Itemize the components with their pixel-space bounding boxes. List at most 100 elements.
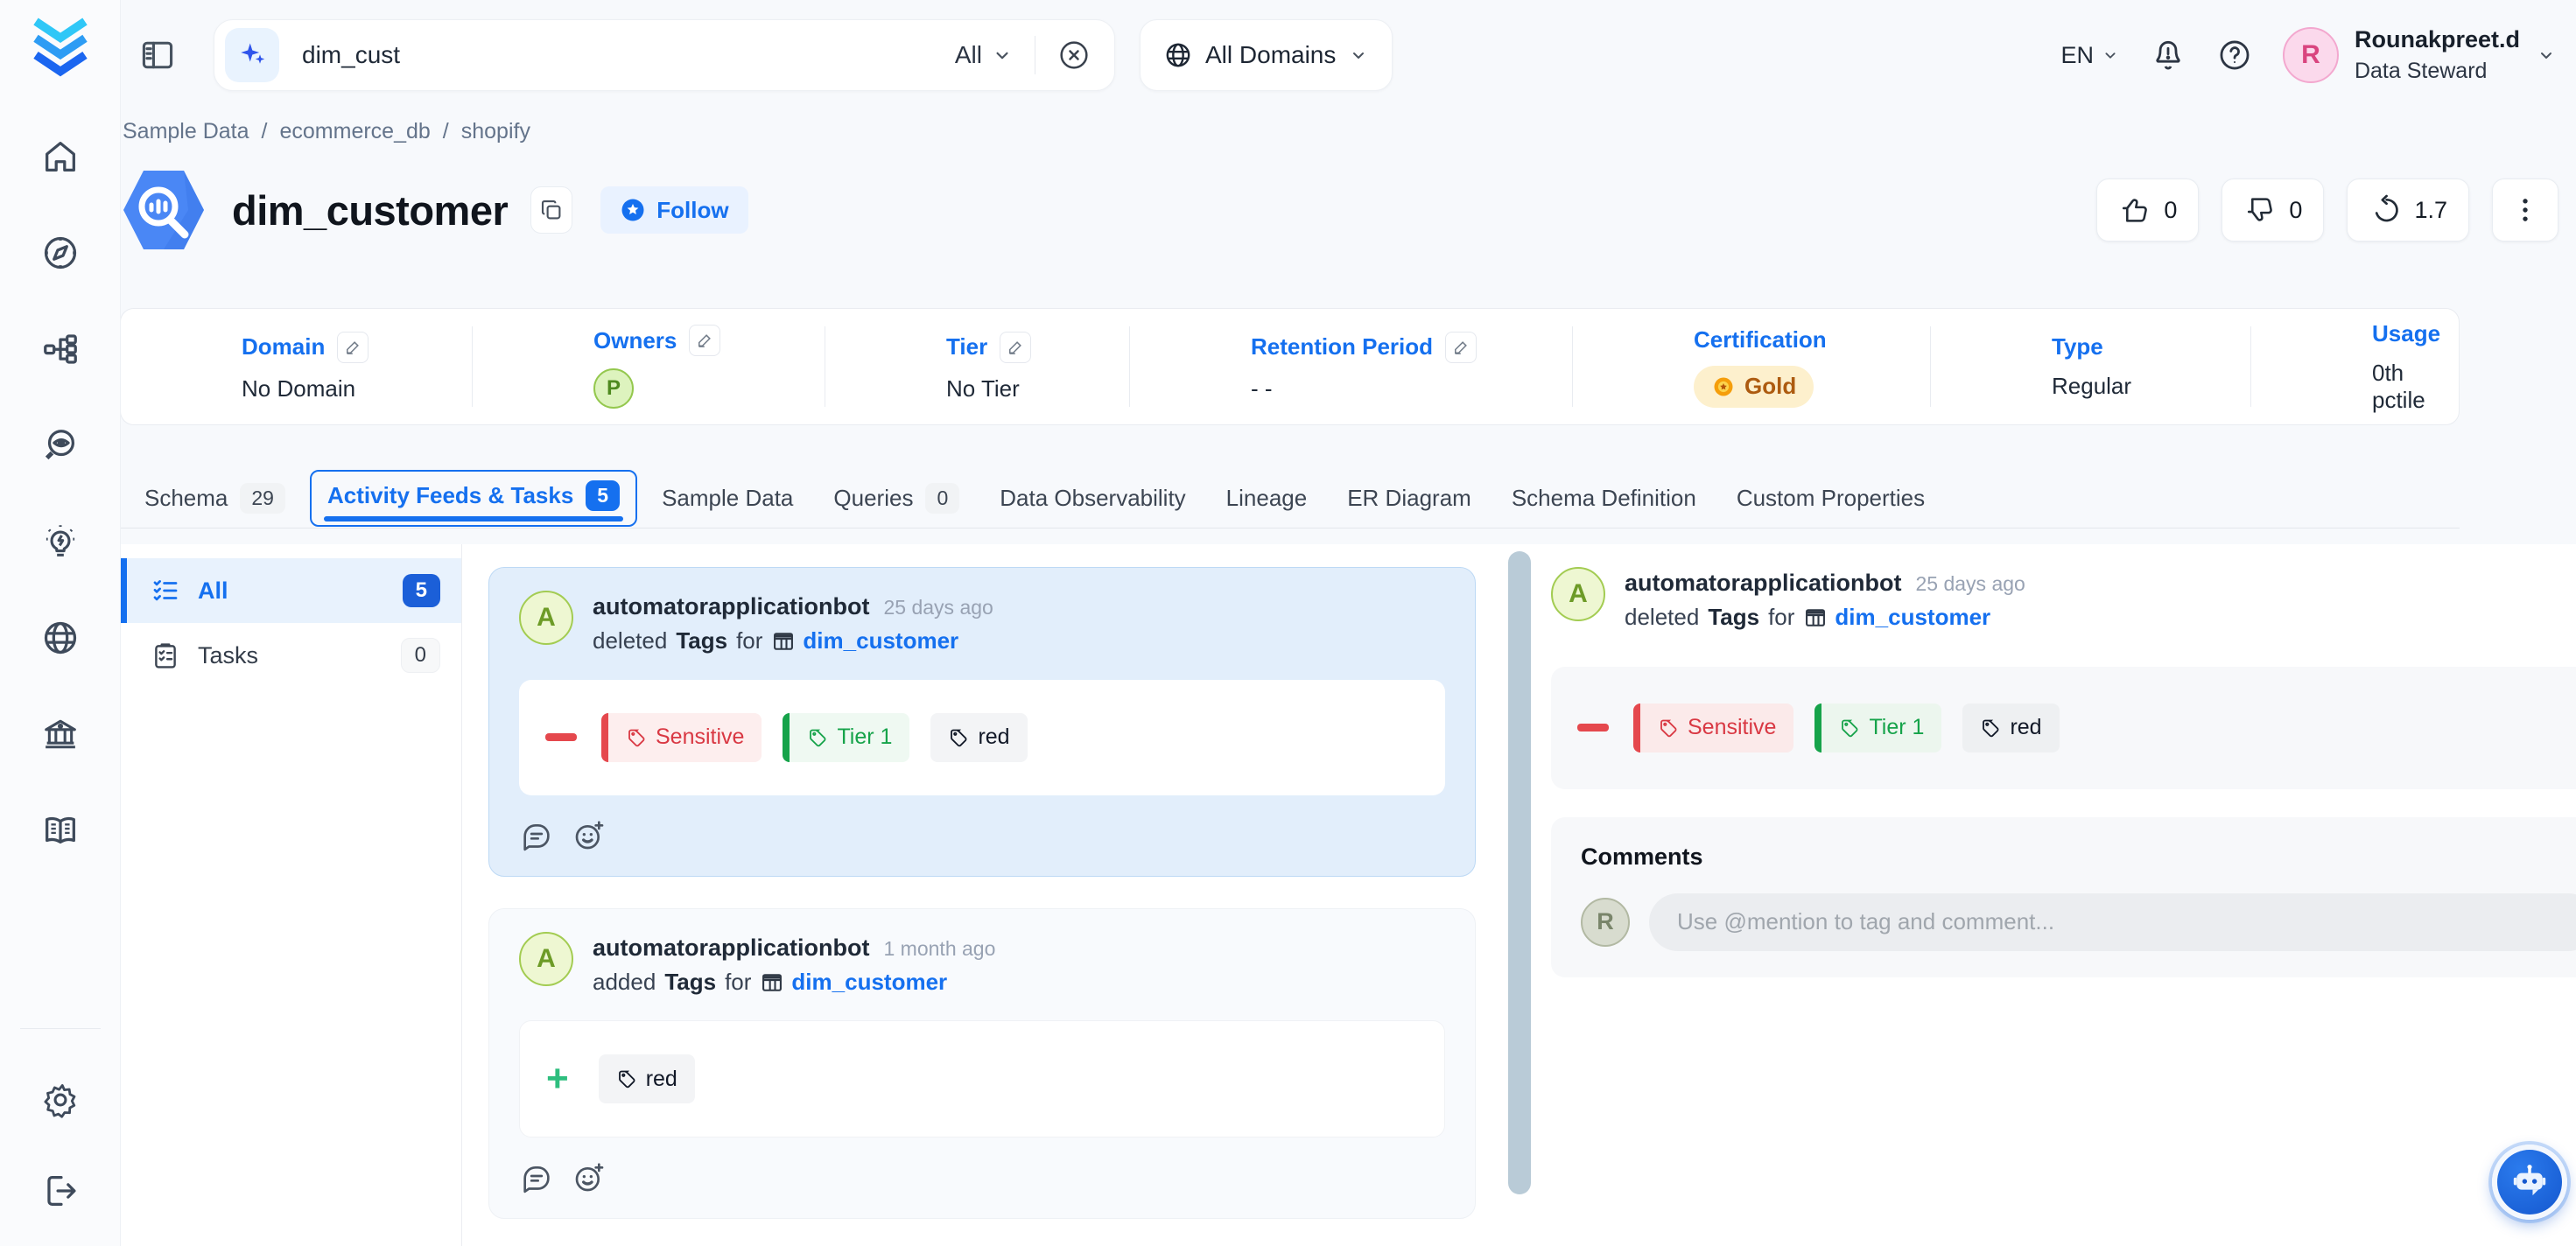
upvote-button[interactable]: 0 [2096, 178, 2199, 242]
feed-filter-tasks[interactable]: Tasks 0 [121, 623, 461, 688]
chatbot-button[interactable] [2492, 1144, 2567, 1220]
tag-sensitive: Sensitive [1633, 704, 1793, 752]
copy-name-button[interactable] [530, 186, 572, 234]
breadcrumb-schema[interactable]: shopify [461, 119, 530, 144]
feed-filter-sidebar: All 5 Tasks 0 [121, 544, 462, 1246]
edit-domain-button[interactable] [337, 332, 369, 363]
feed-filter-all[interactable]: All 5 [121, 558, 461, 623]
more-options-button[interactable] [2492, 178, 2558, 242]
version-history-icon [2369, 193, 2402, 227]
added-indicator-icon: + [546, 1063, 569, 1095]
edit-tier-button[interactable] [1000, 332, 1031, 363]
glossary-book-icon[interactable] [40, 810, 81, 850]
edit-owners-button[interactable] [689, 325, 720, 356]
tab-label: ER Diagram [1347, 485, 1471, 512]
feed-action-connector: for [1768, 602, 1794, 633]
downvote-button[interactable]: 0 [2222, 178, 2324, 242]
breadcrumb-service[interactable]: Sample Data [123, 119, 249, 144]
tag-icon [948, 727, 969, 748]
feed-entity-link[interactable]: dim_customer [1803, 602, 1990, 633]
page-title: dim_customer [232, 186, 508, 234]
help-icon[interactable] [2216, 37, 2253, 74]
insights-bulb-icon[interactable] [40, 522, 81, 562]
feed-entity-link[interactable]: dim_customer [771, 626, 958, 656]
tab-schema-definition[interactable]: Schema Definition [1512, 485, 1696, 512]
feed-card-deleted-tags[interactable]: A automatorapplicationbot25 days ago del… [488, 567, 1476, 877]
tag-tier1: Tier 1 [783, 713, 909, 762]
version-history-button[interactable]: 1.7 [2347, 178, 2469, 242]
feed-filter-label: All [198, 578, 228, 605]
app-logo[interactable] [26, 14, 95, 84]
feed-card-added-tags[interactable]: A automatorapplicationbot1 month ago add… [488, 908, 1476, 1220]
pencil-icon [344, 339, 361, 356]
feed-detail-panel: A automatorapplicationbot25 days ago del… [1551, 567, 2576, 1246]
tab-queries[interactable]: Queries 0 [833, 483, 959, 514]
tab-sample-data[interactable]: Sample Data [662, 485, 793, 512]
feed-entity-name: dim_customer [791, 967, 947, 998]
comment-input[interactable] [1649, 893, 2576, 951]
add-reaction-icon[interactable] [572, 818, 607, 853]
tag-icon [1980, 718, 2001, 738]
feed-entity-link[interactable]: dim_customer [760, 967, 947, 998]
search-scope-dropdown[interactable]: All [955, 41, 1014, 69]
tag-change-box: Sensitive Tier 1 red [519, 680, 1445, 795]
search-input[interactable]: dim_cust [302, 41, 955, 69]
owner-avatar[interactable]: P [593, 368, 634, 409]
notifications-bell-icon[interactable] [2150, 37, 2186, 74]
tab-custom-properties[interactable]: Custom Properties [1737, 485, 1925, 512]
owners-label: Owners [593, 327, 677, 354]
breadcrumb-database[interactable]: ecommerce_db [279, 119, 430, 144]
feed-user-name[interactable]: automatorapplicationbot [593, 593, 870, 620]
tab-label: Queries [833, 485, 913, 512]
sidebar-toggle-icon[interactable] [138, 36, 177, 74]
clear-search-icon[interactable] [1056, 38, 1091, 73]
domains-globe-icon[interactable] [40, 618, 81, 658]
governance-bank-icon[interactable] [40, 714, 81, 754]
follow-button[interactable]: Follow [600, 186, 748, 234]
user-avatar-initial: R [2301, 40, 2320, 70]
upvote-count: 0 [2164, 197, 2177, 224]
copy-icon [538, 197, 565, 223]
tab-schema[interactable]: Schema 29 [144, 483, 285, 514]
usage-label: Usage [2372, 320, 2440, 347]
domains-filter-label: All Domains [1205, 41, 1336, 69]
reply-comment-icon[interactable] [519, 1160, 554, 1195]
explore-compass-icon[interactable] [40, 233, 81, 273]
tab-data-observability[interactable]: Data Observability [1000, 485, 1185, 512]
settings-gear-icon[interactable] [40, 1080, 81, 1120]
tag-label: red [2010, 715, 2041, 740]
edit-retention-button[interactable] [1445, 332, 1477, 363]
add-reaction-icon[interactable] [572, 1160, 607, 1195]
tab-er-diagram[interactable]: ER Diagram [1347, 485, 1471, 512]
detail-tag-change-box: Sensitive Tier 1 red [1551, 667, 2576, 789]
home-icon[interactable] [40, 136, 81, 177]
tab-lineage[interactable]: Lineage [1226, 485, 1308, 512]
bot-avatar: A [1551, 567, 1605, 621]
avatar-initial: A [537, 944, 556, 974]
language-selector[interactable]: EN [2060, 42, 2120, 69]
domain-label: Domain [242, 333, 325, 360]
global-search-bar[interactable]: dim_cust All [214, 19, 1115, 91]
certification-badge: Gold [1694, 366, 1814, 408]
bigquery-table-icon [120, 167, 207, 253]
tier-value: No Tier [946, 375, 1130, 402]
feed-user-name[interactable]: automatorapplicationbot [593, 934, 870, 961]
ai-search-icon[interactable] [225, 28, 279, 82]
logout-icon[interactable] [40, 1171, 81, 1211]
domains-filter-button[interactable]: All Domains [1140, 19, 1393, 91]
feed-scrollbar[interactable] [1508, 551, 1531, 1194]
robot-icon [2507, 1159, 2552, 1205]
user-avatar[interactable]: R [2283, 27, 2339, 83]
tag-label: red [978, 724, 1009, 750]
feed-timestamp: 25 days ago [884, 596, 993, 619]
tab-label: Data Observability [1000, 485, 1185, 512]
feed-user-name[interactable]: automatorapplicationbot [1625, 570, 1902, 596]
lineage-flow-icon[interactable] [40, 329, 81, 369]
tag-icon [1658, 718, 1679, 738]
downvote-count: 0 [2289, 197, 2302, 224]
avatar-initial: R [1597, 908, 1614, 935]
tab-activity-feeds[interactable]: Activity Feeds & Tasks 5 [310, 470, 637, 527]
observability-icon[interactable] [40, 425, 81, 466]
reply-comment-icon[interactable] [519, 818, 554, 853]
user-menu[interactable]: R Rounakpreet.d Data Steward [2283, 25, 2557, 86]
